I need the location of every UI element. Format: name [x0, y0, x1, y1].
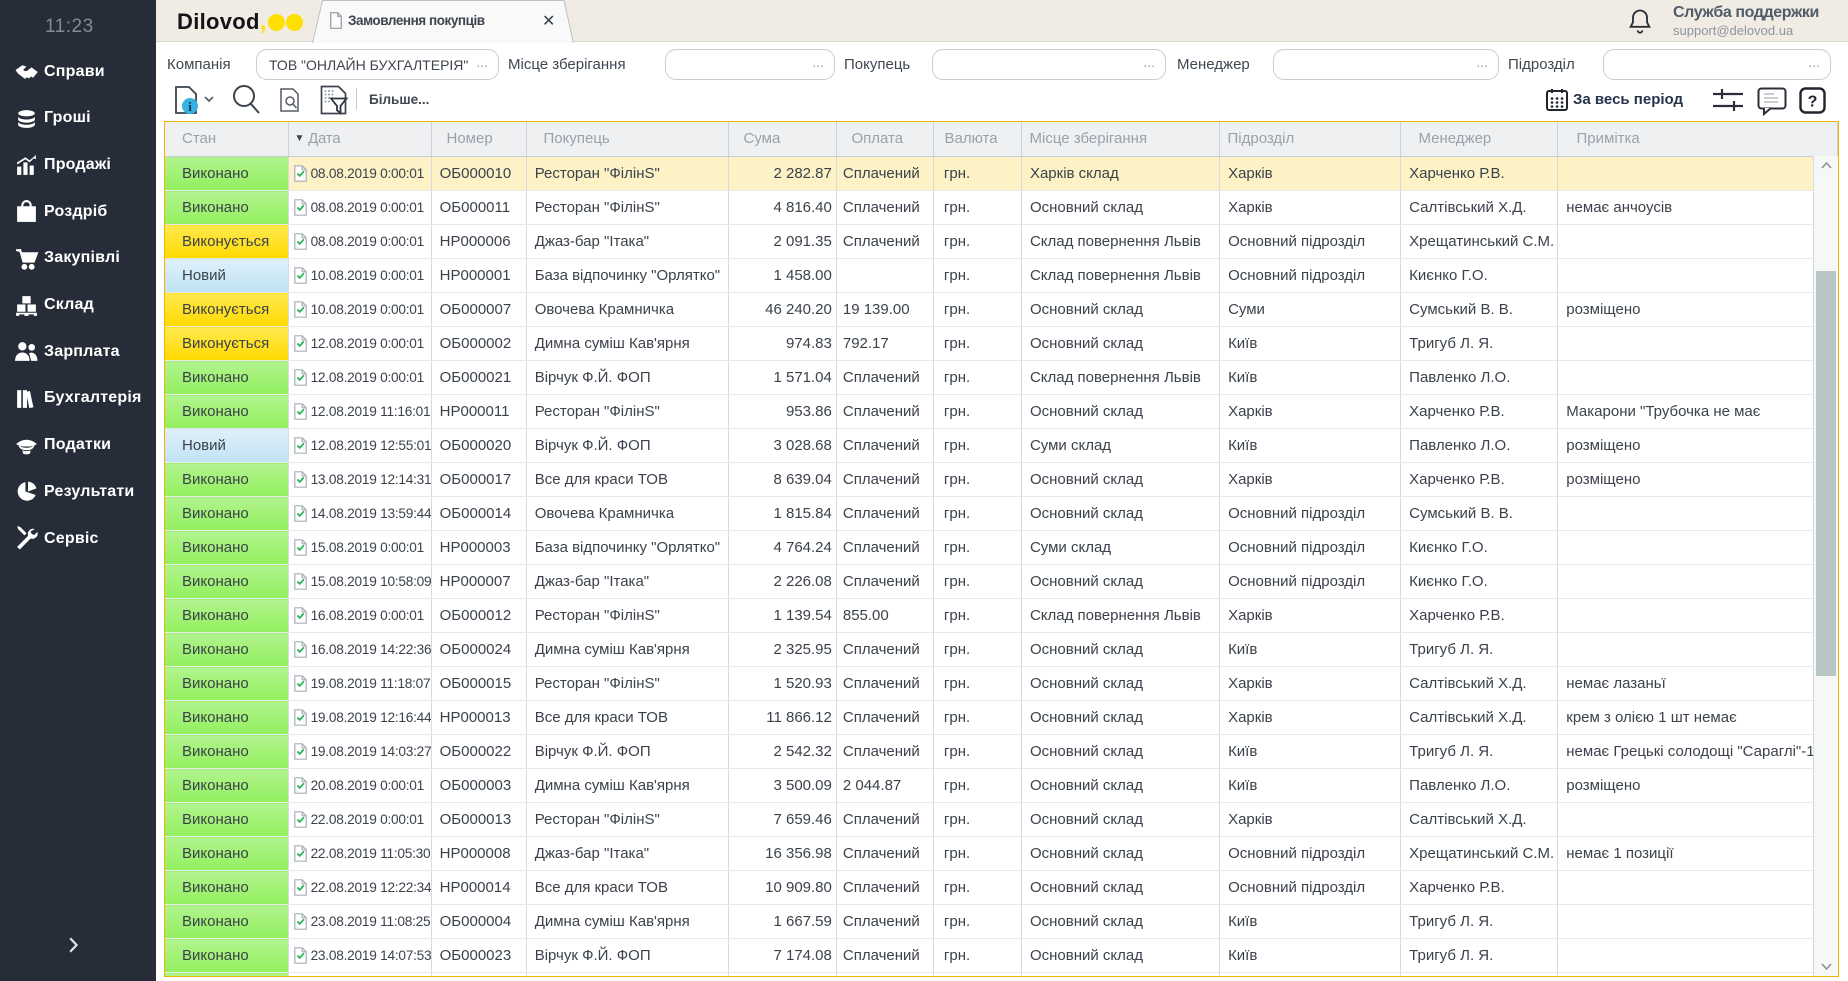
svg-text:i: i [188, 99, 192, 114]
svg-text:?: ? [1808, 94, 1818, 111]
